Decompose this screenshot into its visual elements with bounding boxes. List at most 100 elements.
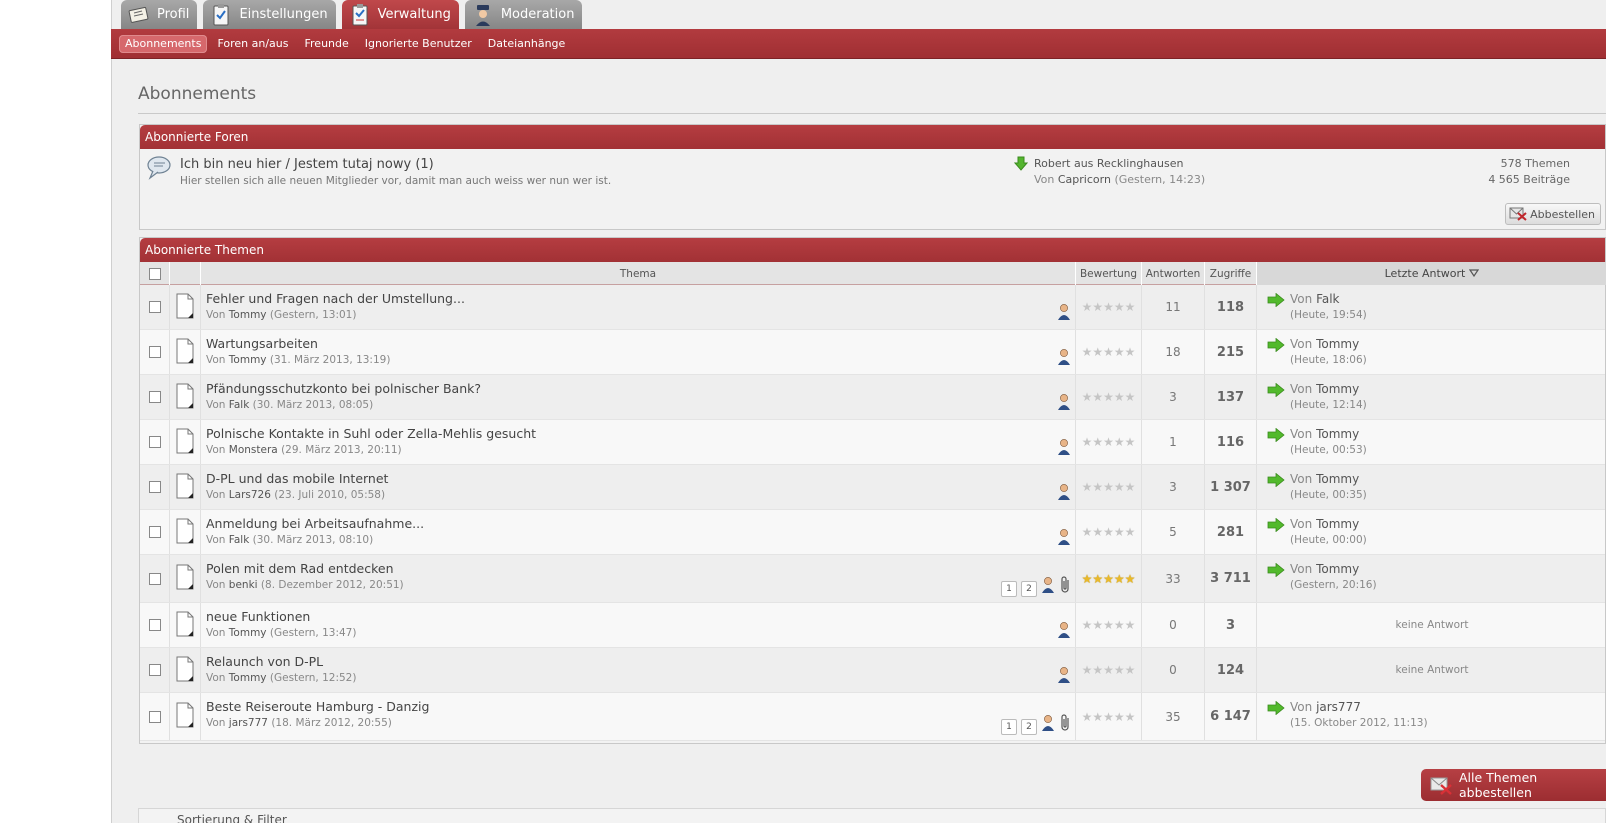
unsubscribe-forum-button[interactable]: Abbestellen <box>1505 203 1601 225</box>
page-link[interactable]: 2 <box>1021 581 1037 597</box>
go-to-last-reply-arrow-icon[interactable] <box>1267 517 1285 535</box>
table-row: Polen mit dem Rad entdecken Von benki (8.… <box>140 555 1605 603</box>
row-checkbox[interactable] <box>148 436 161 448</box>
topic-author-link[interactable]: Lars726 <box>229 489 271 501</box>
topic-author-link[interactable]: Falk <box>229 534 250 546</box>
column-header-topic[interactable]: Thema <box>201 262 1076 285</box>
subnav-item-freunde[interactable]: Freunde <box>299 35 355 53</box>
views-count: 1 307 <box>1205 465 1257 509</box>
rating-stars[interactable]: ★ ★ ★ ★ ★ <box>1082 481 1136 493</box>
rating-stars[interactable]: ★ ★ ★ ★ ★ <box>1082 391 1136 403</box>
star-icon: ★ <box>1092 300 1104 314</box>
user-icon[interactable] <box>1057 483 1071 504</box>
rating-stars[interactable]: ★ ★ ★ ★ ★ <box>1082 526 1136 538</box>
topic-title-link[interactable]: D-PL und das mobile Internet <box>206 471 388 486</box>
views-count: 116 <box>1205 420 1257 464</box>
user-icon[interactable] <box>1057 393 1071 414</box>
rating-stars[interactable]: ★ ★ ★ ★ ★ <box>1082 436 1136 448</box>
topic-title-link[interactable]: Polen mit dem Rad entdecken <box>206 561 394 576</box>
row-checkbox[interactable] <box>148 664 161 676</box>
last-reply-author-link[interactable]: Tommy <box>1316 337 1359 351</box>
replies-count: 0 <box>1142 603 1205 647</box>
last-reply-author-link[interactable]: Tommy <box>1316 472 1359 486</box>
row-checkbox[interactable] <box>148 526 161 538</box>
user-icon[interactable] <box>1041 714 1055 735</box>
forum-last-post-title-link[interactable]: Robert aus Recklinghausen <box>1034 157 1183 170</box>
topic-author-link[interactable]: Tommy <box>229 309 267 321</box>
forum-title-link[interactable]: Ich bin neu hier / Jestem tutaj nowy (1) <box>180 157 434 172</box>
user-icon[interactable] <box>1057 303 1071 324</box>
star-icon: ★ <box>1092 663 1104 677</box>
row-checkbox[interactable] <box>148 346 161 358</box>
topic-author-link[interactable]: jars777 <box>229 717 268 729</box>
tab-einstellungen[interactable]: Einstellungen <box>203 0 336 29</box>
column-header-last-reply[interactable]: Letzte Antwort <box>1257 262 1606 285</box>
rating-stars[interactable]: ★ ★ ★ ★ ★ <box>1082 301 1136 313</box>
page-link[interactable]: 2 <box>1021 719 1037 735</box>
subnav-item-ignorierte-benutzer[interactable]: Ignorierte Benutzer <box>359 35 478 53</box>
topic-title-link[interactable]: neue Funktionen <box>206 609 310 624</box>
row-checkbox[interactable] <box>148 301 161 313</box>
row-checkbox[interactable] <box>148 710 161 723</box>
last-reply-author-link[interactable]: Tommy <box>1316 427 1359 441</box>
go-to-last-reply-arrow-icon[interactable] <box>1267 427 1285 445</box>
subnav-item-dateianhänge[interactable]: Dateianhänge <box>482 35 572 53</box>
tab-profil[interactable]: Profil <box>121 0 198 29</box>
row-checkbox[interactable] <box>148 572 161 585</box>
subnav-item-abonnements[interactable]: Abonnements <box>119 34 208 53</box>
rating-stars[interactable]: ★ ★ ★ ★ ★ <box>1082 573 1136 585</box>
rating-stars[interactable]: ★ ★ ★ ★ ★ <box>1082 346 1136 358</box>
topic-title-link[interactable]: Fehler und Fragen nach der Umstellung... <box>206 291 465 306</box>
row-checkbox[interactable] <box>148 619 161 631</box>
column-header-views[interactable]: Zugriffe <box>1205 262 1257 285</box>
topic-title-link[interactable]: Beste Reiseroute Hamburg - Danzig <box>206 699 429 714</box>
last-reply-author-link[interactable]: Falk <box>1316 292 1339 306</box>
user-icon[interactable] <box>1057 348 1071 369</box>
tab-verwaltung[interactable]: Verwaltung <box>341 0 459 29</box>
rating-stars[interactable]: ★ ★ ★ ★ ★ <box>1082 711 1136 723</box>
go-to-last-reply-arrow-icon[interactable] <box>1267 472 1285 490</box>
topic-title-link[interactable]: Anmeldung bei Arbeitsaufnahme... <box>206 516 424 531</box>
user-icon[interactable] <box>1057 528 1071 549</box>
topic-author-link[interactable]: Tommy <box>229 354 267 366</box>
topic-author-link[interactable]: Tommy <box>229 672 267 684</box>
page-link[interactable]: 1 <box>1001 719 1017 735</box>
row-checkbox[interactable] <box>148 391 161 403</box>
user-icon[interactable] <box>1057 666 1071 687</box>
go-to-last-reply-arrow-icon[interactable] <box>1267 562 1285 580</box>
column-header-rating[interactable]: Bewertung <box>1076 262 1142 285</box>
topic-by-prefix: Von <box>206 309 226 321</box>
attachment-icon <box>1059 576 1071 597</box>
tab-moderation[interactable]: Moderation <box>464 0 583 29</box>
user-icon[interactable] <box>1057 438 1071 459</box>
user-icon[interactable] <box>1057 621 1071 642</box>
last-reply-author-link[interactable]: Tommy <box>1316 517 1359 531</box>
topic-title-link[interactable]: Pfändungsschutzkonto bei polnischer Bank… <box>206 381 481 396</box>
user-icon[interactable] <box>1041 576 1055 597</box>
last-reply-author-link[interactable]: Tommy <box>1316 382 1359 396</box>
forum-last-post-author-link[interactable]: Capricorn <box>1058 173 1111 186</box>
column-header-replies[interactable]: Antworten <box>1142 262 1205 285</box>
topic-title-link[interactable]: Relaunch von D-PL <box>206 654 323 669</box>
topic-author-link[interactable]: Falk <box>229 399 250 411</box>
last-reply-author-link[interactable]: Tommy <box>1316 562 1359 576</box>
page-link[interactable]: 1 <box>1001 581 1017 597</box>
topic-title-link[interactable]: Wartungsarbeiten <box>206 336 318 351</box>
go-to-last-reply-arrow-icon[interactable] <box>1267 292 1285 310</box>
last-reply-author-link[interactable]: jars777 <box>1316 700 1361 714</box>
go-to-last-post-arrow-icon[interactable] <box>1013 156 1029 174</box>
unsubscribe-all-topics-button[interactable]: Alle Themen abbestellen <box>1421 769 1606 801</box>
go-to-last-reply-arrow-icon[interactable] <box>1267 382 1285 400</box>
rating-stars[interactable]: ★ ★ ★ ★ ★ <box>1082 619 1136 631</box>
topic-author-link[interactable]: benki <box>229 579 258 591</box>
topic-author-link[interactable]: Tommy <box>229 627 267 639</box>
topic-author-link[interactable]: Monstera <box>229 444 278 456</box>
topic-title-link[interactable]: Polnische Kontakte in Suhl oder Zella-Me… <box>206 426 536 441</box>
select-all-checkbox[interactable] <box>148 267 161 280</box>
subnav-item-foren-an-aus[interactable]: Foren an/aus <box>211 35 294 53</box>
go-to-last-reply-arrow-icon[interactable] <box>1267 337 1285 355</box>
row-checkbox[interactable] <box>148 481 161 493</box>
go-to-last-reply-arrow-icon[interactable] <box>1267 700 1285 718</box>
sort-filter-box[interactable]: Sortierung & Filter <box>138 808 1606 823</box>
rating-stars[interactable]: ★ ★ ★ ★ ★ <box>1082 664 1136 676</box>
